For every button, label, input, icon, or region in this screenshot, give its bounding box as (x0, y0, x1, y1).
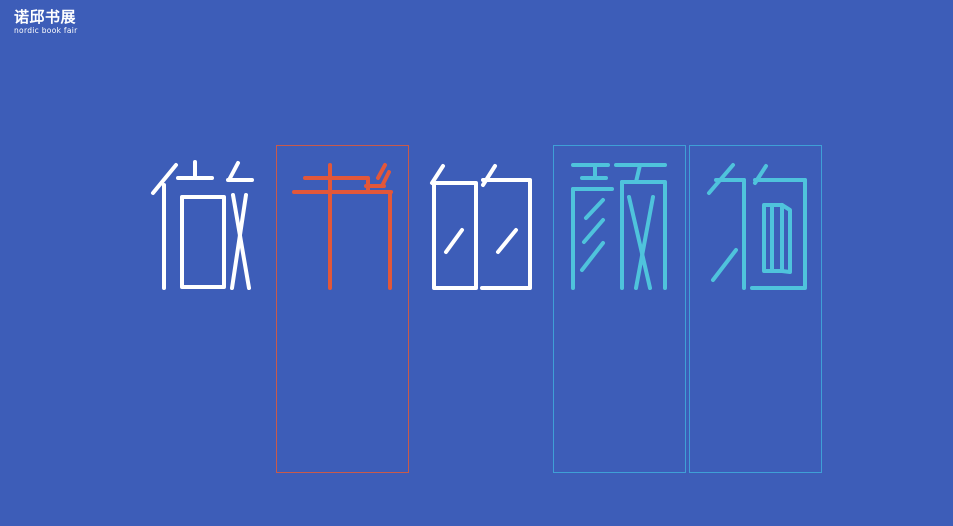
glyph-yan (571, 163, 667, 290)
glyph-zuo (151, 160, 254, 290)
glyph-zhi (707, 163, 807, 290)
glyph-de (430, 164, 532, 290)
glyph-shu (292, 163, 393, 290)
headline-glyphs (151, 160, 807, 290)
